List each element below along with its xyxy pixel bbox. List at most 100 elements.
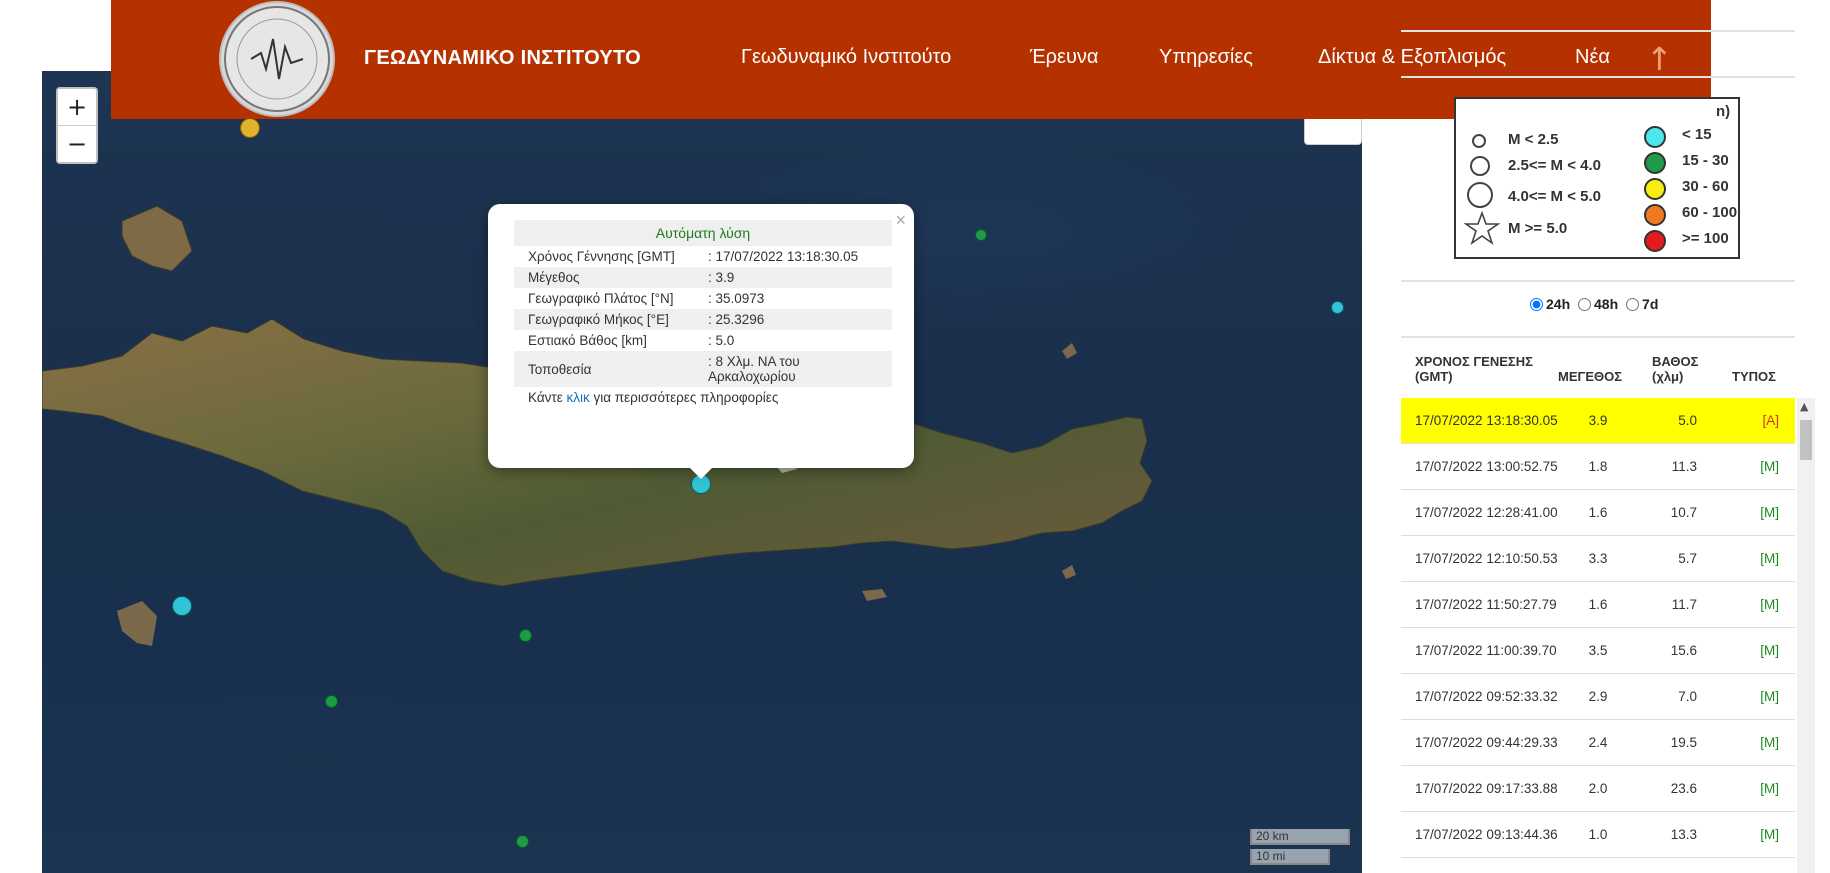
- event-row[interactable]: 17/07/2022 09:02:58.132.56.0[M]: [1401, 858, 1795, 873]
- earthquake-marker[interactable]: [325, 695, 338, 708]
- nav-services[interactable]: Υπηρεσίες: [1159, 46, 1253, 69]
- popup-close-icon[interactable]: ×: [895, 210, 906, 231]
- scroll-up-arrow-icon[interactable]: ▲: [1800, 400, 1808, 413]
- detail-label: Γεωγραφικό Μήκος [°E]: [514, 309, 694, 330]
- event-magnitude: 2.0: [1588, 781, 1608, 796]
- earthquake-details-table: Αυτόματη λύση Χρόνος Γέννησης [GMT]: 17/…: [514, 220, 892, 408]
- legend-circle-medium: [1470, 156, 1490, 176]
- events-list[interactable]: 17/07/2022 13:18:30.05 3.9 5.0 [A] 17/07/202…: [1401, 398, 1795, 873]
- event-row[interactable]: 17/07/2022 09:44:29.33 2.4 19.5 [M]: [1401, 720, 1795, 766]
- event-magnitude: 1.6: [1588, 505, 1608, 520]
- event-type: [M]: [1760, 781, 1779, 796]
- event-row[interactable]: 17/07/2022 11:00:39.70 3.5 15.6 [M]: [1401, 628, 1795, 674]
- period-label: 7d: [1642, 296, 1659, 312]
- event-time: 17/07/2022 13:18:30.05: [1415, 413, 1558, 428]
- earthquake-marker[interactable]: [516, 835, 529, 848]
- event-magnitude: 1.6: [1588, 597, 1608, 612]
- event-time: 17/07/2022 09:13:44.36: [1415, 827, 1558, 842]
- event-row[interactable]: 17/07/2022 12:10:50.53 3.3 5.7 [M]: [1401, 536, 1795, 582]
- divider: [1401, 280, 1795, 282]
- detail-value: : 8 Χλμ. ΝΑ του Αρκαλοχωρίου: [694, 351, 892, 387]
- col-header-magnitude[interactable]: ΜΕΓΕΘΟΣ: [1558, 369, 1622, 384]
- period-option-7d[interactable]: 7d: [1626, 296, 1658, 312]
- more-info-prefix: Κάντε: [528, 390, 567, 405]
- event-magnitude: 3.9: [1588, 413, 1608, 428]
- event-depth: 10.7: [1670, 505, 1697, 520]
- legend-depth-header-fragment: n): [1716, 103, 1731, 120]
- legend-depth-label: 15 - 30: [1682, 152, 1729, 169]
- event-time: 17/07/2022 12:28:41.00: [1415, 505, 1558, 520]
- scroll-top-arrow-icon[interactable]: ↑: [1646, 40, 1673, 78]
- event-depth: 5.7: [1678, 551, 1697, 566]
- legend-depth-dot: [1644, 204, 1666, 226]
- period-radio[interactable]: [1626, 298, 1640, 311]
- nav-networks[interactable]: Δίκτυα & Εξοπλισμός: [1318, 46, 1506, 69]
- scrollbar-thumb[interactable]: [1800, 420, 1812, 460]
- earthquake-marker[interactable]: [1331, 301, 1344, 314]
- detail-label: Γεωγραφικό Πλάτος [°N]: [528, 291, 674, 306]
- event-row[interactable]: 17/07/2022 13:00:52.75 1.8 11.3 [M]: [1401, 444, 1795, 490]
- event-depth: 15.6: [1670, 643, 1697, 658]
- event-depth: 19.5: [1670, 735, 1697, 750]
- site-brand[interactable]: ΓΕΩΔΥΝΑΜΙΚΟ ΙΝΣΤΙΤΟΥΤΟ: [364, 47, 641, 70]
- legend-depth-dot: [1644, 230, 1666, 252]
- period-radio[interactable]: [1530, 298, 1543, 311]
- detail-label: Τοποθεσία: [514, 351, 694, 387]
- event-magnitude: 3.3: [1588, 551, 1608, 566]
- event-row[interactable]: 17/07/2022 09:52:33.32 2.9 7.0 [M]: [1401, 674, 1795, 720]
- legend-depth-label: >= 100: [1682, 230, 1729, 247]
- events-scrollbar[interactable]: ▲: [1797, 398, 1815, 873]
- event-time: 17/07/2022 09:44:29.33: [1415, 735, 1558, 750]
- event-magnitude: 2.9: [1588, 689, 1608, 704]
- event-type: [M]: [1760, 551, 1779, 566]
- event-type: [A]: [1762, 413, 1779, 428]
- more-info-link[interactable]: κλικ: [567, 390, 590, 405]
- event-row[interactable]: 17/07/2022 09:13:44.36 1.0 13.3 [M]: [1401, 812, 1795, 858]
- institute-logo[interactable]: [219, 1, 335, 117]
- event-row[interactable]: 17/07/2022 11:50:27.79 1.6 11.7 [M]: [1401, 582, 1795, 628]
- detail-value: : 35.0973: [708, 291, 765, 306]
- period-label: 24h: [1546, 296, 1571, 312]
- legend-depth-dot: [1644, 126, 1666, 148]
- scale-bar-km: 20 km: [1250, 829, 1350, 845]
- col-header-time[interactable]: ΧΡΟΝΟΣ ΓΕΝΕΣΗΣ (GMT): [1415, 354, 1545, 384]
- event-magnitude: 1.0: [1588, 827, 1608, 842]
- earthquake-info-popup: × Αυτόματη λύση Χρόνος Γέννησης [GMT]: 1…: [488, 204, 914, 479]
- zoom-in-button[interactable]: +: [58, 89, 96, 125]
- detail-value: : 25.3296: [694, 309, 892, 330]
- legend-depth-label: < 15: [1682, 126, 1712, 143]
- event-type: [M]: [1760, 689, 1779, 704]
- earthquake-map[interactable]: + − × Αυτόματη λύση Χρόνος Γέννησης [GMT…: [42, 71, 1362, 873]
- event-type: [M]: [1760, 827, 1779, 842]
- event-row[interactable]: 17/07/2022 09:17:33.88 2.0 23.6 [M]: [1401, 766, 1795, 812]
- event-time: 17/07/2022 11:50:27.79: [1415, 597, 1557, 612]
- col-header-depth[interactable]: ΒΑΘΟΣ (χλμ): [1652, 354, 1708, 384]
- zoom-out-button[interactable]: −: [58, 125, 96, 162]
- divider: [1401, 30, 1795, 32]
- time-period-selector: 24h 48h 7d: [1530, 296, 1662, 312]
- earthquake-marker[interactable]: [172, 596, 192, 616]
- detail-value: : 3.9: [694, 267, 892, 288]
- nav-research[interactable]: Έρευνα: [1030, 46, 1098, 69]
- earthquake-marker[interactable]: [240, 118, 260, 138]
- period-option-48h[interactable]: 48h: [1578, 296, 1618, 312]
- earthquake-marker[interactable]: [975, 229, 987, 241]
- earthquake-marker[interactable]: [519, 629, 532, 642]
- event-time: 17/07/2022 09:17:33.88: [1415, 781, 1558, 796]
- divider: [1401, 76, 1795, 78]
- period-option-24h[interactable]: 24h: [1530, 296, 1570, 312]
- event-row-selected[interactable]: 17/07/2022 13:18:30.05 3.9 5.0 [A]: [1401, 398, 1795, 444]
- period-label: 48h: [1594, 296, 1619, 312]
- nav-institute[interactable]: Γεωδυναμικό Ινστιτούτο: [741, 46, 951, 69]
- event-row[interactable]: 17/07/2022 12:28:41.00 1.6 10.7 [M]: [1401, 490, 1795, 536]
- more-info-line: Κάντε κλικ για περισσότερες πληροφορίες: [514, 387, 892, 408]
- nav-news[interactable]: Νέα: [1575, 46, 1610, 69]
- event-time: 17/07/2022 09:52:33.32: [1415, 689, 1558, 704]
- event-type: [M]: [1760, 597, 1779, 612]
- map-legend: n) M < 2.5 2.5<= M < 4.0 4.0<= M < 5.0 M…: [1454, 97, 1740, 259]
- detail-label: Χρόνος Γέννησης [GMT]: [528, 249, 675, 264]
- period-radio[interactable]: [1578, 298, 1592, 311]
- event-type: [M]: [1760, 505, 1779, 520]
- col-header-type[interactable]: ΤΥΠΟΣ: [1732, 369, 1776, 384]
- detail-label: Μέγεθος: [514, 267, 694, 288]
